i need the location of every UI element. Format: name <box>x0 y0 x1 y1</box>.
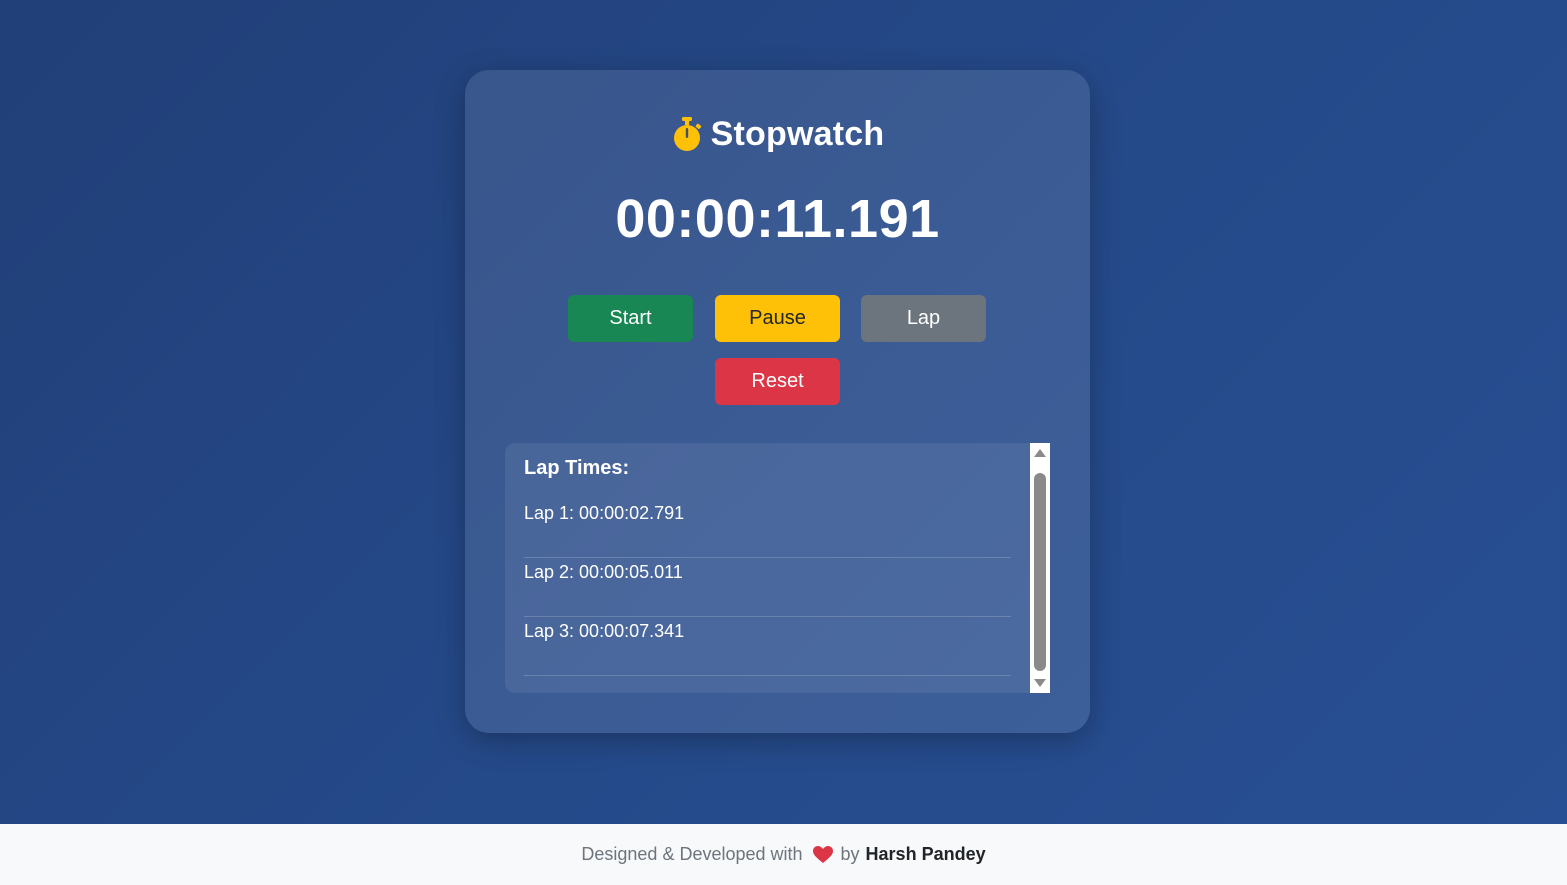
lap-label: Lap 2: 00:00:05.011 <box>524 562 683 582</box>
footer-text: Designed & Developed with <box>581 844 803 864</box>
scroll-thumb[interactable] <box>1034 473 1046 671</box>
list-item: Lap 1: 00:00:02.791 <box>524 499 1011 558</box>
lap-times-heading: Lap Times: <box>524 457 630 479</box>
lap-button[interactable]: Lap <box>861 295 986 342</box>
pause-button[interactable]: Pause <box>715 295 840 342</box>
heart-icon <box>812 845 833 864</box>
title-row: Stopwatch <box>465 110 1090 158</box>
lap-list: Lap 1: 00:00:02.791 Lap 2: 00:00:05.011 … <box>524 499 1011 676</box>
page-title: Stopwatch <box>710 114 885 153</box>
page-background: Stopwatch 00:00:11.191 Start Pause Lap R… <box>0 0 1567 824</box>
lap-label: Lap 1: 00:00:02.791 <box>524 503 685 523</box>
time-display: 00:00:11.191 <box>615 189 940 249</box>
author-name: Harsh Pandey <box>865 844 986 864</box>
stopwatch-icon <box>671 115 703 153</box>
footer: Designed & Developed with by Harsh Pande… <box>0 824 1567 885</box>
list-item: Lap 2: 00:00:05.011 <box>524 558 1011 617</box>
scroll-down-arrow-icon[interactable] <box>1034 679 1046 687</box>
start-button[interactable]: Start <box>568 295 693 342</box>
footer-by: by <box>840 844 860 864</box>
lap-label: Lap 3: 00:00:07.341 <box>524 621 685 641</box>
scroll-up-arrow-icon[interactable] <box>1034 449 1046 457</box>
lap-times-panel[interactable]: Lap Times: Lap 1: 00:00:02.791 Lap 2: 00… <box>505 443 1050 693</box>
lap-list-scrollbar[interactable] <box>1030 443 1050 693</box>
list-item: Lap 3: 00:00:07.341 <box>524 617 1011 676</box>
stopwatch-card: Stopwatch 00:00:11.191 Start Pause Lap R… <box>465 70 1090 733</box>
reset-button[interactable]: Reset <box>715 358 840 405</box>
